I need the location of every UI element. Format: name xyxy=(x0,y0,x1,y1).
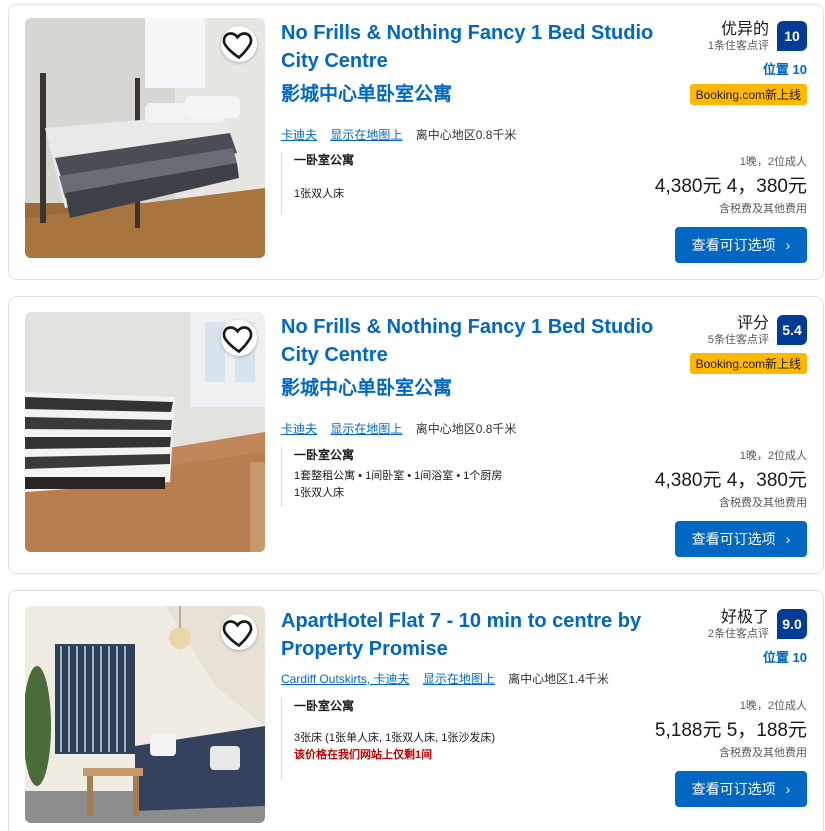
tax-note: 含税费及其他费用 xyxy=(719,203,807,215)
save-button[interactable] xyxy=(221,320,257,356)
rating-block: 优异的 1条住客点评 10 位置 10 Booking.com新上线 xyxy=(689,21,807,105)
rating-word: 评分 xyxy=(736,315,769,332)
rating-word: 优异的 xyxy=(720,21,769,38)
rating-word: 好极了 xyxy=(720,609,769,626)
stay-details: 1晚，2位成人 xyxy=(739,156,807,168)
stay-details: 1晚，2位成人 xyxy=(739,450,807,462)
distance-from-centre: 离中心地区0.8千米 xyxy=(415,128,517,142)
score-badge: 5.4 xyxy=(777,315,807,345)
property-card: ApartHotel Flat 7 - 10 min to centre by … xyxy=(8,590,824,831)
property-title-cn[interactable]: 影城中心单卧室公寓 xyxy=(281,81,671,109)
availability-warning: 该价格在我们网站上仅剩1间 xyxy=(294,749,433,761)
unit-name: 一卧室公寓 xyxy=(294,448,355,462)
location-score: 位置 10 xyxy=(762,62,807,77)
bed-info: 1张双人床 xyxy=(294,188,345,200)
see-availability-button[interactable]: 查看可订选项 › xyxy=(675,521,807,557)
unit-name: 一卧室公寓 xyxy=(294,153,355,167)
unit-features: 1套整租公寓 • 1间卧室 • 1间浴室 • 1个厨房 xyxy=(294,470,503,482)
show-on-map-link[interactable]: 显示在地图上 xyxy=(330,422,402,436)
heart-icon xyxy=(222,32,253,60)
save-button[interactable] xyxy=(221,26,257,62)
tax-note: 含税费及其他费用 xyxy=(719,497,807,509)
property-title-en[interactable]: ApartHotel Flat 7 - 10 min to centre by … xyxy=(281,610,641,660)
property-photo[interactable] xyxy=(25,18,265,258)
property-card: No Frills & Nothing Fancy 1 Bed Studio C… xyxy=(8,296,824,574)
city-link[interactable]: 卡迪夫 xyxy=(281,422,317,436)
heart-icon xyxy=(222,326,253,354)
rating-block: 好极了 2条住客点评 9.0 位置 10 xyxy=(708,609,807,666)
property-title[interactable]: ApartHotel Flat 7 - 10 min to centre by … xyxy=(281,607,671,663)
chevron-right-icon: › xyxy=(785,237,791,253)
review-count: 2条住客点评 xyxy=(707,628,769,640)
price-block: 1晚，2位成人 4,380元 4，380元 含税费及其他费用 xyxy=(655,153,807,216)
city-link[interactable]: Cardiff Outskirts, 卡迪夫 xyxy=(281,672,409,686)
review-score[interactable]: 优异的 1条住客点评 10 xyxy=(690,21,807,53)
review-score[interactable]: 好极了 2条住客点评 9.0 xyxy=(708,609,807,641)
unit-name: 一卧室公寓 xyxy=(294,699,355,713)
price-amount: 4,380元 4，380元 xyxy=(654,470,807,491)
property-photo[interactable] xyxy=(25,312,265,552)
chevron-right-icon: › xyxy=(785,531,791,547)
cta-label: 查看可订选项 xyxy=(691,781,776,797)
price-amount: 5,188元 5，188元 xyxy=(654,720,807,741)
score-badge: 9.0 xyxy=(777,609,807,639)
unit-details: 一卧室公寓 1张双人床 xyxy=(281,152,554,214)
distance-from-centre: 离中心地区0.8千米 xyxy=(415,422,517,436)
show-on-map-link[interactable]: 显示在地图上 xyxy=(423,672,495,686)
stay-details: 1晚，2位成人 xyxy=(739,700,807,712)
location-line: 卡迪夫 显示在地图上 离中心地区0.8千米 xyxy=(281,420,516,437)
show-on-map-link[interactable]: 显示在地图上 xyxy=(330,128,402,142)
unit-features xyxy=(294,169,554,186)
property-title-cn[interactable]: 影城中心单卧室公寓 xyxy=(281,375,671,403)
bed-info: 1张双人床 xyxy=(294,487,345,499)
location-score: 位置 10 xyxy=(762,650,807,665)
save-button[interactable] xyxy=(221,614,257,650)
cta-label: 查看可订选项 xyxy=(691,531,776,547)
property-card: No Frills & Nothing Fancy 1 Bed Studio C… xyxy=(8,4,824,280)
location-line: Cardiff Outskirts, 卡迪夫 显示在地图上 离中心地区1.4千米 xyxy=(281,670,609,687)
review-count: 5条住客点评 xyxy=(707,334,769,346)
rating-block: 评分 5条住客点评 5.4 Booking.com新上线 xyxy=(689,315,807,374)
city-link[interactable]: 卡迪夫 xyxy=(281,128,317,142)
property-title[interactable]: No Frills & Nothing Fancy 1 Bed Studio C… xyxy=(281,313,671,403)
chevron-right-icon: › xyxy=(785,781,791,797)
property-title[interactable]: No Frills & Nothing Fancy 1 Bed Studio C… xyxy=(281,19,671,109)
unit-details: 一卧室公寓 1套整租公寓 • 1间卧室 • 1间浴室 • 1个厨房 1张双人床 xyxy=(281,447,554,507)
see-availability-button[interactable]: 查看可订选项 › xyxy=(675,771,807,807)
price-block: 1晚，2位成人 5,188元 5，188元 含税费及其他费用 xyxy=(655,697,807,760)
tax-note: 含税费及其他费用 xyxy=(719,747,807,759)
review-count: 1条住客点评 xyxy=(707,40,769,52)
location-line: 卡迪夫 显示在地图上 离中心地区0.8千米 xyxy=(281,126,516,143)
unit-details: 一卧室公寓 3张床 (1张单人床, 1张双人床, 1张沙发床) 该价格在我们网站… xyxy=(281,698,554,780)
distance-from-centre: 离中心地区1.4千米 xyxy=(508,672,609,686)
see-availability-button[interactable]: 查看可订选项 › xyxy=(675,227,807,263)
property-title-en[interactable]: No Frills & Nothing Fancy 1 Bed Studio C… xyxy=(281,22,653,72)
new-to-booking-badge: Booking.com新上线 xyxy=(689,353,807,374)
rating-words: 优异的 1条住客点评 xyxy=(708,21,769,53)
new-to-booking-badge: Booking.com新上线 xyxy=(689,84,807,105)
price-amount: 4,380元 4，380元 xyxy=(654,176,807,197)
score-badge: 10 xyxy=(777,21,807,51)
property-title-en[interactable]: No Frills & Nothing Fancy 1 Bed Studio C… xyxy=(281,316,653,366)
rating-words: 评分 5条住客点评 xyxy=(708,315,769,347)
price-block: 1晚，2位成人 4,380元 4，380元 含税费及其他费用 xyxy=(655,447,807,510)
property-photo[interactable] xyxy=(25,606,265,823)
review-score[interactable]: 评分 5条住客点评 5.4 xyxy=(690,315,807,347)
heart-icon xyxy=(222,620,253,648)
cta-label: 查看可订选项 xyxy=(691,237,776,253)
bed-info: 3张床 (1张单人床, 1张双人床, 1张沙发床) xyxy=(294,732,496,744)
rating-words: 好极了 2条住客点评 xyxy=(708,609,769,641)
